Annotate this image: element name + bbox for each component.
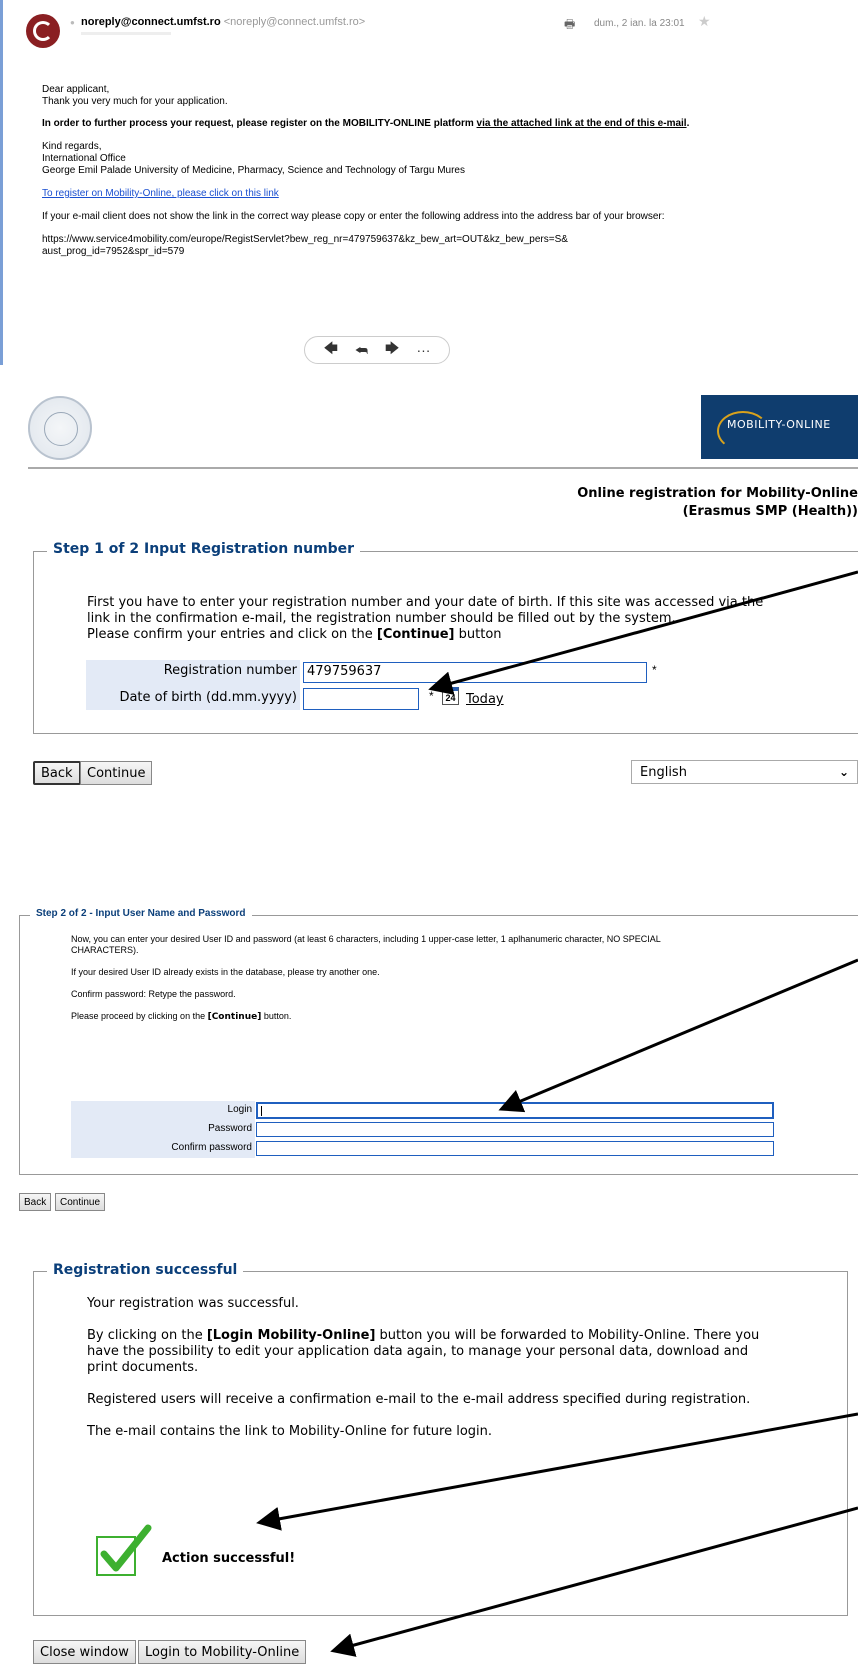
success-text: Your registration was successful. By cli… — [87, 1296, 760, 1439]
dob-required-mark: * — [429, 689, 434, 703]
sender-avatar — [26, 14, 60, 48]
email-url-line2[interactable]: aust_prog_id=7952&spr_id=579 — [42, 246, 702, 258]
calendar-icon[interactable]: 24 — [442, 687, 459, 705]
chevron-down-icon: ⌄ — [838, 765, 849, 779]
email-sender[interactable]: noreply@connect.umfst.ro <noreply@connec… — [81, 16, 365, 28]
forward-icon[interactable]: 🡆 — [385, 338, 399, 362]
sender-address: <noreply@connect.umfst.ro> — [223, 16, 366, 28]
registration-number-input[interactable]: 479759637 — [303, 662, 647, 683]
email-left-border — [0, 0, 3, 365]
language-select[interactable]: English ⌄ — [631, 760, 858, 784]
password-input[interactable] — [256, 1122, 774, 1137]
email-url-line1[interactable]: https://www.service4mobility.com/europe/… — [42, 234, 702, 246]
star-icon[interactable]: ★ — [698, 13, 711, 30]
email-thanks: Thank you very much for your application… — [42, 96, 228, 107]
password-label: Password — [208, 1123, 252, 1134]
print-icon[interactable]: 🖶 — [564, 15, 575, 36]
reply-toolbar: 🡄 ⮪ 🡆 ··· — [304, 336, 450, 364]
email-fallback-note: If your e-mail client does not show the … — [42, 211, 665, 222]
confirm-password-input[interactable] — [256, 1141, 774, 1156]
email-regards: Kind regards, — [42, 141, 102, 152]
email-instruction-link[interactable]: via the attached link at the end of this… — [477, 118, 687, 129]
step1-continue-button[interactable]: Continue — [80, 761, 153, 785]
email-body: Dear applicant, Thank you very much for … — [42, 84, 702, 258]
sender-subline — [81, 32, 171, 35]
step1-intro: First you have to enter your registratio… — [87, 595, 764, 642]
login-label: Login — [227, 1104, 252, 1115]
login-input[interactable] — [256, 1102, 774, 1119]
login-mobility-online-button[interactable]: Login to Mobility-Online — [138, 1640, 307, 1664]
sender-name: noreply@connect.umfst.ro — [81, 16, 221, 28]
step1-legend: Step 1 of 2 Input Registration number — [47, 541, 361, 557]
step2-continue-button[interactable]: Continue — [55, 1193, 106, 1211]
email-date: dum., 2 ian. la 23:01 — [594, 18, 685, 29]
success-legend: Registration successful — [47, 1262, 244, 1278]
mobility-online-logo: MOBILITY-ONLINE — [701, 395, 858, 459]
step2-back-button[interactable]: Back — [19, 1193, 52, 1211]
step2-legend: Step 2 of 2 - Input User Name and Passwo… — [30, 908, 252, 919]
status-dot-icon: ● — [70, 18, 75, 27]
date-of-birth-input[interactable] — [303, 688, 419, 710]
header-divider — [28, 467, 858, 469]
step1-back-button[interactable]: Back — [33, 761, 81, 785]
email-greeting: Dear applicant, — [42, 84, 110, 95]
more-icon[interactable]: ··· — [416, 342, 430, 358]
checkmark-icon — [96, 1524, 152, 1576]
email-office: International Office — [42, 153, 126, 164]
step2-instructions: Now, you can enter your desired User ID … — [71, 934, 661, 1022]
register-link[interactable]: To register on Mobility-Online, please c… — [42, 188, 702, 200]
close-window-button[interactable]: Close window — [33, 1640, 136, 1664]
action-successful-text: Action successful! — [162, 1551, 296, 1566]
email-university: George Emil Palade University of Medicin… — [42, 165, 465, 176]
page-title: Online registration for Mobility-Online … — [577, 486, 858, 519]
date-of-birth-label: Date of birth (dd.mm.yyyy) — [119, 690, 297, 705]
reply-all-icon[interactable]: ⮪ — [355, 342, 368, 359]
confirm-password-label: Confirm password — [171, 1142, 252, 1153]
email-instruction: In order to further process your request… — [42, 118, 690, 129]
reply-icon[interactable]: 🡄 — [324, 338, 338, 362]
registration-number-label: Registration number — [163, 663, 297, 678]
today-link[interactable]: Today — [466, 692, 504, 707]
registration-required-mark: * — [652, 663, 657, 677]
university-seal-icon — [28, 396, 92, 460]
